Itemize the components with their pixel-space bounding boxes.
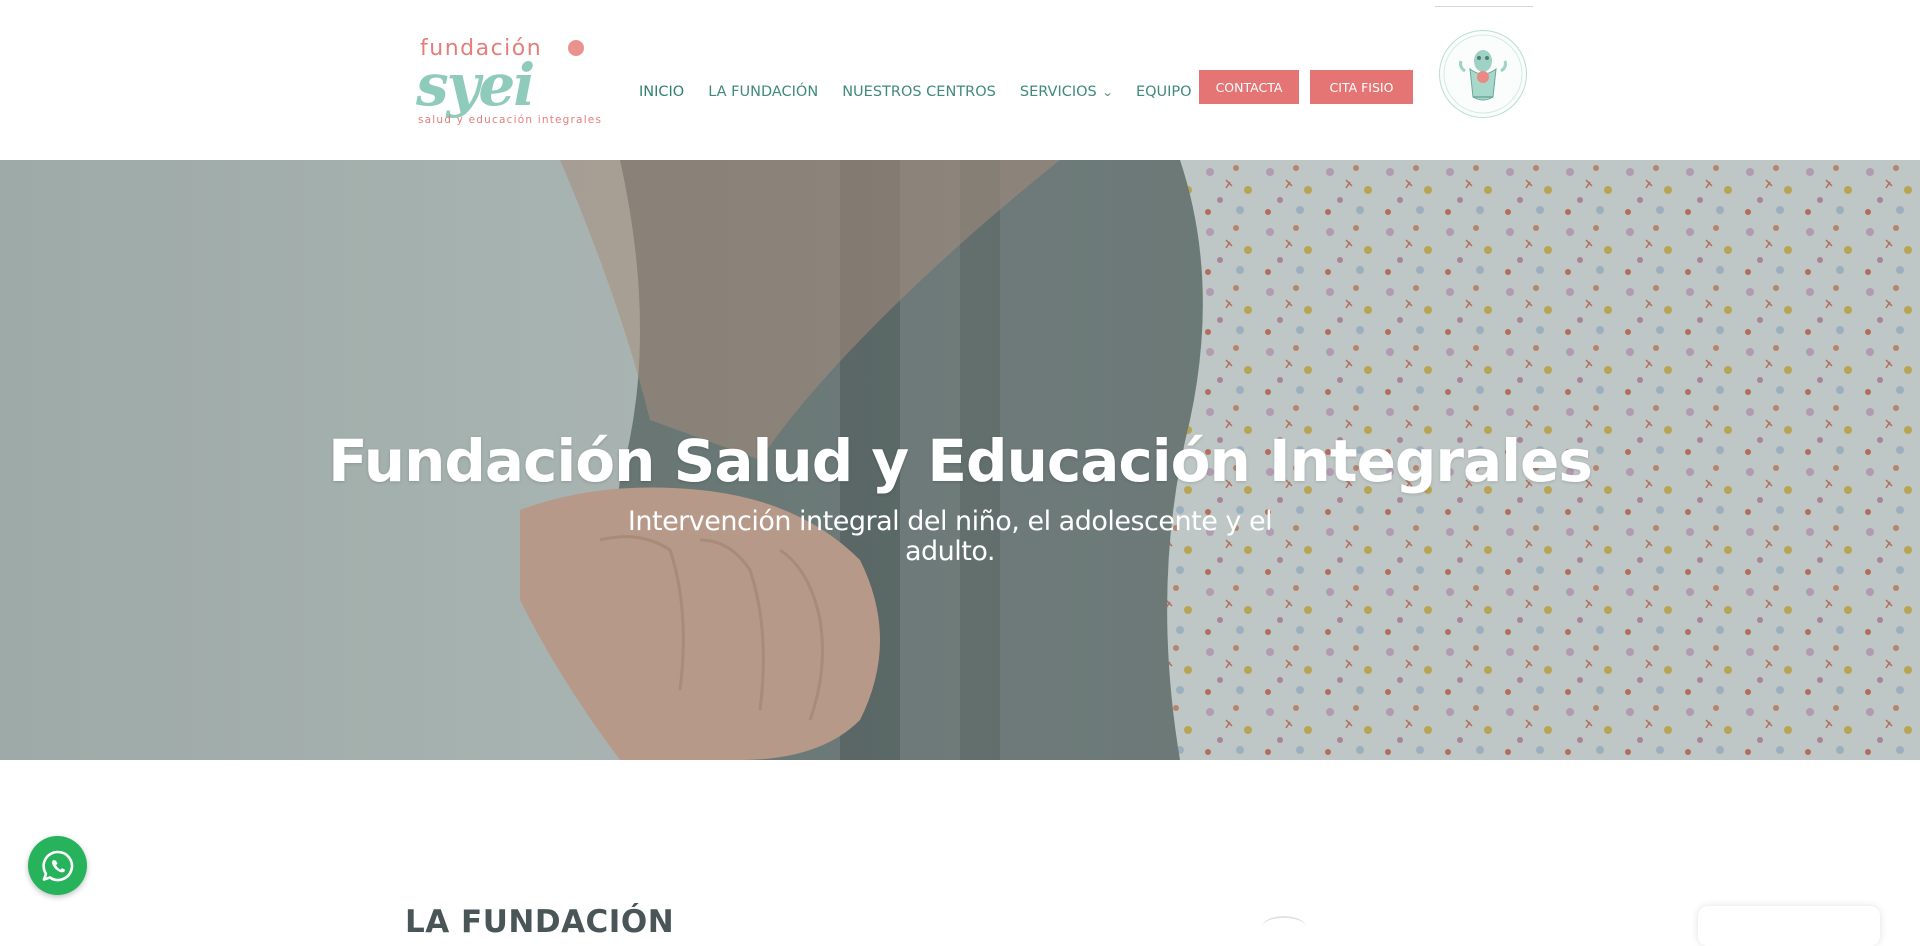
nav-item-label: NUESTROS CENTROS (842, 84, 996, 100)
section-title: LA FUNDACIÓN (405, 903, 675, 940)
mascot-badge-icon[interactable] (1439, 30, 1527, 118)
cita-fisio-button[interactable]: CITA FISIO (1310, 70, 1413, 104)
hero-title: Fundación Salud y Educación Integrales (328, 426, 1593, 495)
mascot-illustration (1443, 34, 1523, 114)
chevron-down-icon: ⌄ (1101, 85, 1114, 99)
nav-item-label: SERVICIOS (1019, 84, 1097, 100)
nav-item-label: EQUIPO (1135, 84, 1192, 100)
nav-item-nuestros-centros[interactable]: NUESTROS CENTROS (842, 84, 996, 100)
hero-banner: Fundación Salud y Educación Integrales I… (0, 160, 1920, 760)
whatsapp-icon (42, 850, 74, 882)
contacta-button[interactable]: CONTACTA (1199, 70, 1299, 104)
badge-container (1435, 6, 1533, 147)
floating-card[interactable] (1698, 906, 1880, 946)
nav-item-label: INICIO (639, 84, 685, 100)
nav-item-inicio[interactable]: INICIO (639, 84, 684, 100)
site-logo[interactable]: fundación syei salud y educación integra… (416, 32, 601, 128)
nav-item-equipo[interactable]: EQUIPO (1136, 84, 1192, 100)
main-nav: INICIO LA FUNDACIÓN NUESTROS CENTROS SER… (639, 80, 1216, 104)
hero-subtitle: Intervención integral del niño, el adole… (627, 506, 1273, 567)
nav-item-la-fundacion[interactable]: LA FUNDACIÓN (708, 84, 818, 100)
logo-tagline: salud y educación integrales (418, 114, 603, 126)
whatsapp-button[interactable] (28, 836, 87, 895)
nav-item-servicios[interactable]: SERVICIOS ⌄ (1019, 84, 1114, 100)
logo-dot (568, 40, 584, 56)
decorative-arc (1262, 916, 1306, 938)
logo-big-word: syei (416, 51, 535, 119)
site-header: fundación syei salud y educación integra… (0, 0, 1920, 160)
nav-item-label: LA FUNDACIÓN (708, 84, 819, 100)
